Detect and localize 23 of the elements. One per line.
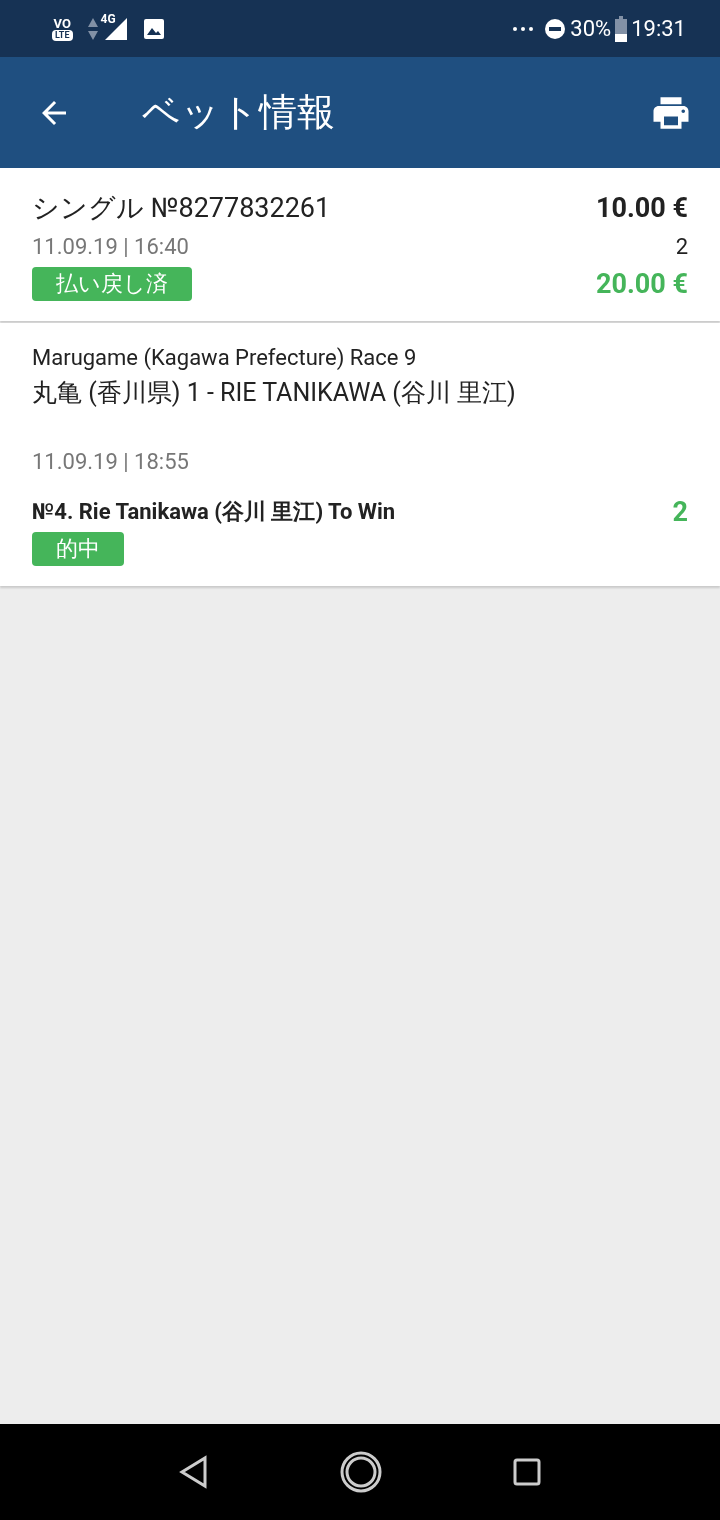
battery-icon	[615, 15, 628, 42]
result-badge: 的中	[32, 532, 124, 566]
bet-date: 11.09.19 | 16:40	[32, 234, 189, 259]
recents-nav-button[interactable]	[513, 1458, 541, 1486]
odds: 2	[675, 234, 688, 259]
event-name: Marugame (Kagawa Prefecture) Race 9	[32, 345, 418, 370]
more-icon	[512, 25, 535, 32]
status-badge: 払い戻し済	[32, 267, 192, 301]
do-not-disturb-icon	[544, 17, 567, 40]
market-name: 丸亀 (香川県) 1 - RIE TANIKAWA (谷川 里江)	[32, 377, 517, 409]
image-icon	[142, 17, 165, 40]
network-type: 4G	[100, 11, 116, 26]
battery-percent: 30%	[570, 16, 612, 41]
home-nav-button[interactable]	[339, 1450, 383, 1494]
stake-amount: 10.00 €	[596, 192, 688, 224]
clock: 19:31	[631, 16, 686, 41]
event-date: 11.09.19 | 18:55	[32, 449, 190, 474]
selection-odds: 2	[672, 496, 688, 528]
back-nav-button[interactable]	[179, 1455, 209, 1489]
selection-name: №4. Rie Tanikawa (谷川 里江) To Win	[32, 498, 396, 526]
payout-amount: 20.00 €	[596, 268, 688, 300]
bet-title: シングル №8277832261	[32, 191, 331, 226]
page-title: ベット情報	[142, 89, 335, 136]
